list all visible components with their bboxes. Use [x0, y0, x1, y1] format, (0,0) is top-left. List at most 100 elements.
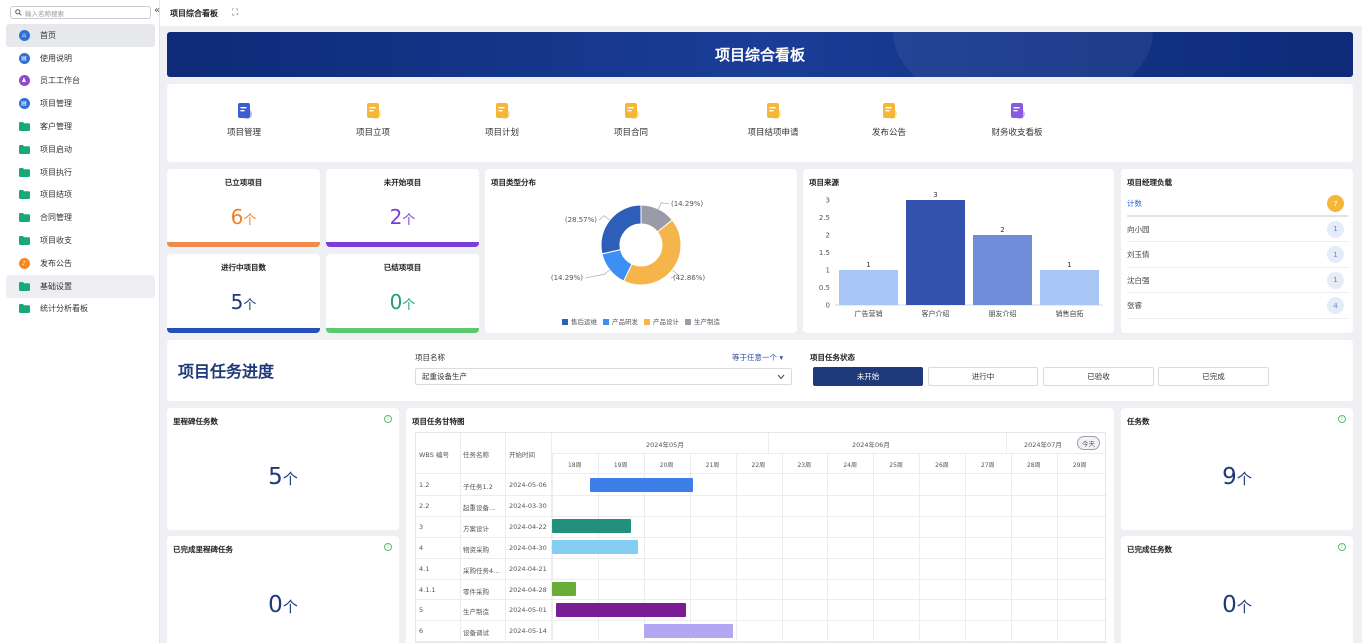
gantt-bar[interactable] — [552, 582, 576, 596]
pie-slice-label: (14.29%) — [671, 200, 703, 208]
quick-link[interactable]: 财务收支看板 — [972, 84, 1062, 138]
folder-icon — [18, 212, 30, 224]
kpi-title: 已完成任务数 — [1127, 545, 1172, 554]
gantt-bar[interactable] — [556, 602, 686, 617]
stat-card-closed: 已结项项目 0个 — [326, 254, 479, 333]
grid-line — [416, 557, 1107, 559]
project-name-value: 起重设备生产 — [422, 372, 467, 381]
gantt-cell-wbs: 4 — [419, 543, 424, 552]
sidebar-item-label: 项目启动 — [40, 144, 72, 154]
gantt-cell-start: 2024-04-22 — [509, 522, 547, 531]
gantt-week-label: 28周 — [1026, 462, 1041, 469]
gantt-bar[interactable] — [552, 540, 638, 555]
sidebar-item[interactable]: 项目结项 — [6, 184, 155, 207]
quick-link[interactable]: 发布公告 — [844, 84, 934, 138]
gantt-month-label: 2024年06月 — [852, 441, 890, 449]
gantt-week-label: 26周 — [935, 462, 949, 469]
pie-leader-line — [658, 202, 670, 210]
sidebar-item[interactable]: ♪ 发布公告 — [6, 252, 155, 275]
y-tick-label: 2.5 — [819, 214, 830, 222]
stat-value: 0个 — [389, 290, 416, 314]
fullscreen-icon[interactable]: ⛶ — [232, 8, 238, 18]
quick-link[interactable]: 项目计划 — [457, 84, 547, 138]
sidebar-item-label: 客户管理 — [40, 122, 72, 132]
today-button[interactable]: 今天 — [1077, 436, 1100, 450]
gantt-cell-start: 2024-04-21 — [509, 564, 547, 573]
x-tick-label: 广告营销 — [855, 309, 883, 318]
sidebar-item[interactable]: ⌂ 首页 — [6, 24, 155, 47]
sidebar-item[interactable]: 项目执行 — [6, 161, 155, 184]
kpi-value: 9个 — [1222, 464, 1252, 490]
bar-chart: 0 0.5 1 1.5 2 2.5 3 1 广告营销 3 客户介绍 2 朋友介绍 1 销售自拓 — [819, 191, 1103, 318]
quick-link[interactable]: 项目结项申请 — [728, 84, 818, 138]
info-icon[interactable]: i — [1338, 543, 1346, 551]
gantt-bar[interactable] — [590, 477, 693, 492]
legend-item[interactable]: 生产制造 — [685, 316, 720, 326]
info-icon[interactable]: i — [384, 415, 392, 423]
manager-row[interactable]: 向小园 1 — [1127, 217, 1348, 242]
quick-link[interactable]: 项目立项 — [328, 84, 418, 138]
status-not-started-button[interactable]: 未开始 — [813, 367, 923, 386]
sidebar-item[interactable]: ♟ 员工工作台 — [6, 70, 155, 93]
manager-count-badge: 1 — [1327, 220, 1344, 238]
quick-link-label: 项目管理 — [226, 128, 261, 138]
sidebar-item[interactable]: 客户管理 — [6, 115, 155, 138]
bar-value-label: 3 — [933, 191, 937, 199]
manager-header-row[interactable]: 计数 7 — [1127, 192, 1348, 217]
gantt-bar[interactable] — [552, 519, 631, 534]
grid-line — [1056, 453, 1058, 643]
sidebar-item-label: 统计分析看板 — [40, 304, 88, 314]
project-name-select[interactable]: 起重设备生产 — [415, 368, 792, 385]
manager-row[interactable]: 沈白强 1 — [1127, 268, 1348, 293]
sidebar-item[interactable]: ▤ 使用说明 — [6, 47, 155, 70]
stat-value: 5个 — [230, 290, 257, 314]
sidebar-item[interactable]: 统计分析看板 — [6, 298, 155, 321]
sidebar-item[interactable]: 合同管理 — [6, 206, 155, 229]
bar[interactable] — [906, 200, 965, 305]
status-in-progress-button[interactable]: 进行中 — [928, 367, 1038, 386]
search-input[interactable]: 输入名称搜索 — [10, 6, 151, 19]
gantt-bar[interactable] — [644, 623, 733, 638]
legend-swatch — [685, 319, 691, 325]
grid-line — [919, 453, 921, 643]
legend-item[interactable]: 产品研发 — [603, 316, 638, 326]
project-type-chart: 项目类型分布 (14.29%) (42.86%) (14.29%) (28.57%) … — [485, 169, 797, 333]
bar[interactable] — [1040, 270, 1099, 305]
sidebar-item[interactable]: ▤ 项目管理 — [6, 92, 155, 115]
legend-item[interactable]: 售后运维 — [562, 316, 597, 326]
stat-bar — [326, 328, 479, 333]
quick-link[interactable]: 项目管理 — [199, 84, 289, 138]
legend-item[interactable]: 产品设计 — [644, 316, 679, 326]
status-completed-button[interactable]: 已完成 — [1158, 367, 1269, 386]
y-tick-label: 2 — [826, 232, 830, 240]
search-placeholder: 输入名称搜索 — [25, 9, 64, 18]
quick-link[interactable]: 项目合同 — [586, 84, 676, 138]
info-icon[interactable]: i — [1338, 415, 1346, 423]
pie-slice[interactable] — [600, 204, 642, 255]
sidebar-item[interactable]: 项目收支 — [6, 229, 155, 252]
kpi-title: 任务数 — [1127, 417, 1150, 426]
grid-line — [873, 453, 875, 643]
gantt-week-label: 22周 — [751, 462, 766, 469]
legend-label: 产品研发 — [612, 318, 638, 326]
sidebar-item-label: 项目执行 — [40, 167, 72, 177]
quick-link-label: 项目计划 — [484, 128, 519, 138]
sidebar-item[interactable]: 项目启动 — [6, 138, 155, 161]
bar[interactable] — [973, 235, 1032, 305]
grid-line — [416, 641, 1107, 643]
grid-line — [827, 453, 829, 643]
manager-row[interactable]: 张睿 4 — [1127, 294, 1348, 319]
status-accepted-button[interactable]: 已验收 — [1043, 367, 1154, 386]
quick-links-panel: 项目管理 项目立项 项目计划 项目合同 项目结项申请 发布公告 财务收支看板 — [167, 84, 1353, 162]
info-icon[interactable]: i — [384, 543, 392, 551]
milestone-task-count-card: 里程碑任务数 i 5个 — [167, 408, 399, 530]
manager-row[interactable]: 刘玉倩 1 — [1127, 243, 1348, 268]
legend-swatch — [644, 319, 650, 325]
filter-operator-dropdown[interactable]: 等于任意一个 ▾ — [732, 352, 783, 363]
gantt-cell-name: 生产制造 — [463, 608, 489, 617]
stat-title: 未开始项目 — [383, 178, 422, 187]
stat-card-approved: 已立项项目 6个 — [167, 169, 320, 247]
bar[interactable] — [839, 270, 898, 305]
sidebar-item[interactable]: 基础设置 — [6, 274, 155, 298]
gantt-cell-name: 起重设备... — [463, 503, 496, 512]
